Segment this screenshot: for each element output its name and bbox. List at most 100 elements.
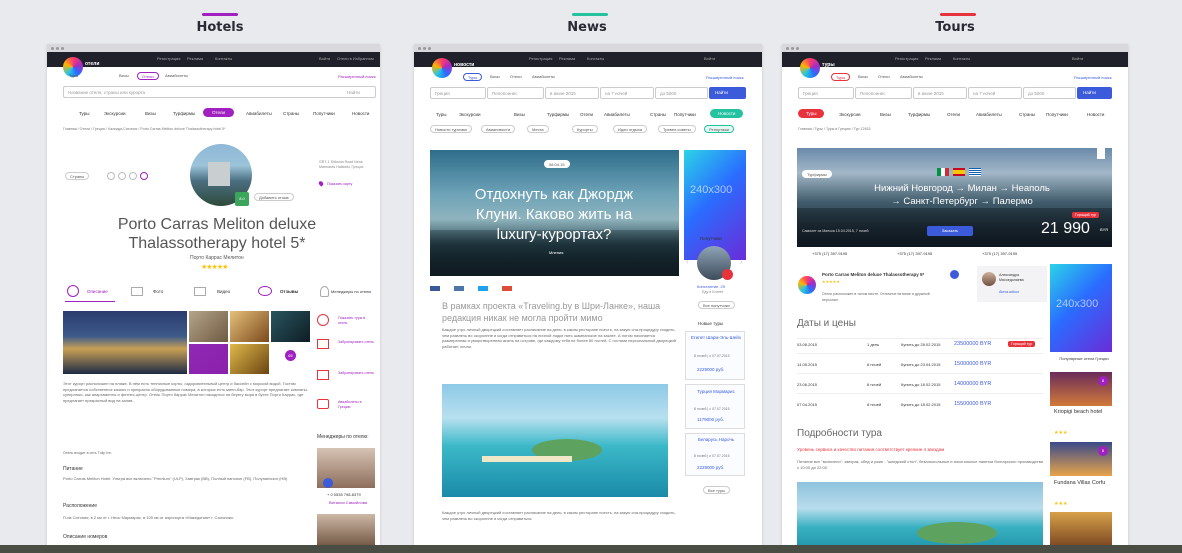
row-price[interactable]: 23500000 BYR bbox=[954, 341, 991, 347]
facebook-icon[interactable] bbox=[107, 172, 115, 180]
vk-icon[interactable] bbox=[129, 172, 137, 180]
nav-item[interactable]: Турфирмы bbox=[908, 112, 930, 117]
action-link[interactable]: Забронировать отель bbox=[338, 371, 374, 375]
action-link[interactable]: Забронировать отель bbox=[338, 340, 374, 344]
country-select[interactable]: Греция bbox=[430, 87, 486, 99]
tab-visas[interactable]: Визы bbox=[486, 73, 504, 81]
details-image[interactable] bbox=[797, 482, 1043, 553]
gallery-photo[interactable] bbox=[189, 311, 228, 342]
phone[interactable]: +375 (17) 397-9195 bbox=[982, 251, 1017, 256]
book-button[interactable]: Заказать bbox=[927, 226, 973, 236]
tour-name[interactable]: Египет Шарм-Эль-Шейх bbox=[690, 335, 742, 341]
google-share-icon[interactable] bbox=[502, 286, 512, 291]
nav-item[interactable]: Авиабилеты bbox=[604, 112, 630, 117]
chip[interactable]: Авиановости bbox=[481, 125, 516, 133]
topbar-link[interactable]: Регистрация bbox=[529, 56, 552, 61]
nights-select[interactable]: на 7 ночей bbox=[600, 87, 654, 99]
ok-icon[interactable] bbox=[140, 172, 148, 180]
topbar-link[interactable]: Реклама bbox=[187, 56, 203, 61]
bookmark-icon[interactable] bbox=[1097, 148, 1105, 159]
topbar-link[interactable]: Контакты bbox=[215, 56, 232, 61]
popular-hotel-name[interactable]: Kriopigi beach hotel bbox=[1054, 409, 1112, 416]
vk-share-icon[interactable] bbox=[454, 286, 464, 291]
topbar-link[interactable]: Регистрация bbox=[157, 56, 180, 61]
nav-item[interactable]: Страны bbox=[650, 112, 666, 117]
tab-hotels[interactable]: Отели bbox=[137, 72, 159, 80]
ad-banner[interactable] bbox=[684, 150, 746, 260]
site-logo[interactable] bbox=[432, 58, 452, 78]
nav-item[interactable]: Попутчики bbox=[313, 111, 335, 116]
nav-item-active[interactable]: Туры bbox=[798, 109, 825, 118]
nav-item[interactable]: Страны bbox=[283, 111, 299, 116]
prev-arrow-icon[interactable]: ‹ bbox=[686, 259, 688, 266]
compare-icon[interactable] bbox=[950, 270, 959, 279]
row-price[interactable]: 15000000 BYR bbox=[954, 361, 991, 367]
show-map-link[interactable]: Показать карту bbox=[327, 182, 352, 186]
nav-item[interactable]: Попутчики bbox=[674, 112, 696, 117]
ext-search-link[interactable]: Расширенный поиск bbox=[1074, 75, 1112, 80]
all-tours-button[interactable]: Все туры bbox=[703, 486, 730, 494]
nav-item-active[interactable]: Новости bbox=[710, 109, 744, 118]
nav-item[interactable]: Экскурсии bbox=[104, 111, 126, 116]
nav-item[interactable]: Визы bbox=[514, 112, 525, 117]
photo-count-badge[interactable]: 65 bbox=[285, 350, 296, 361]
tab-managers[interactable]: Менеджеры по отелю bbox=[331, 289, 371, 294]
country-select[interactable]: Греция bbox=[798, 87, 854, 99]
topbar-login[interactable]: Войти bbox=[704, 56, 715, 61]
tab-tours[interactable]: Туры bbox=[463, 73, 483, 81]
nav-item[interactable]: Новости bbox=[352, 111, 369, 116]
nav-item[interactable]: Турфирмы bbox=[547, 112, 569, 117]
tab-tours[interactable]: Туры bbox=[831, 73, 851, 81]
search-button[interactable]: Найти bbox=[709, 87, 746, 99]
tab-reviews[interactable]: Отзывы bbox=[280, 289, 298, 294]
back-button[interactable]: Турфирмы bbox=[802, 170, 832, 178]
ext-search-link[interactable]: Расширенный поиск bbox=[338, 74, 376, 79]
article-image[interactable] bbox=[442, 384, 668, 497]
region-select[interactable]: Пелопоннес bbox=[487, 87, 544, 99]
topbar-link[interactable]: Реклама bbox=[925, 56, 941, 61]
tour-name[interactable]: Турция Мармарис bbox=[690, 389, 742, 395]
topbar-link[interactable]: Контакты bbox=[953, 56, 970, 61]
chip[interactable]: Репортажи bbox=[704, 125, 735, 133]
companion-name[interactable]: Константин, 29 bbox=[697, 284, 725, 289]
chip[interactable]: Тревел-советы bbox=[658, 125, 696, 133]
tab-avia[interactable]: Авиабилеты bbox=[896, 73, 927, 81]
breadcrumb[interactable]: Главная / Отели / Греция / Халкиди-Ситон… bbox=[63, 127, 226, 131]
tab-visas[interactable]: Визы bbox=[854, 73, 872, 81]
action-link[interactable]: Показать туры в отель bbox=[338, 316, 374, 326]
region-select[interactable]: Пелопоннес bbox=[855, 87, 912, 99]
nav-item[interactable]: Туры bbox=[436, 112, 446, 117]
nav-item[interactable]: Авиабилеты bbox=[976, 112, 1002, 117]
action-link[interactable]: Авиабилеты в Грецию bbox=[338, 400, 374, 410]
row-price[interactable]: 15500000 BYR bbox=[954, 401, 991, 407]
hero-headline[interactable]: Отдохнуть как Джордж Клуни. Каково жить … bbox=[454, 185, 654, 245]
manager-name[interactable]: Виталия Самойлова bbox=[329, 500, 367, 505]
nav-item[interactable]: Экскурсии bbox=[839, 112, 861, 117]
ext-search-link[interactable]: Расширенный поиск bbox=[706, 75, 744, 80]
phone[interactable]: +375 (17) 397-9195 bbox=[897, 251, 932, 256]
budget-input[interactable]: до 5000 bbox=[1023, 87, 1076, 99]
twitter-icon[interactable] bbox=[118, 172, 126, 180]
date-select[interactable]: в июне 2015 bbox=[545, 87, 599, 99]
nav-item[interactable]: Новости bbox=[1087, 112, 1104, 117]
topbar-login[interactable]: Войти bbox=[319, 56, 330, 61]
nav-item[interactable]: Туры bbox=[79, 111, 89, 116]
nav-item[interactable]: Страны bbox=[1019, 112, 1035, 117]
gallery-photo[interactable] bbox=[189, 344, 228, 374]
budget-input[interactable]: до 5000 bbox=[655, 87, 708, 99]
search-button[interactable]: Найти bbox=[347, 90, 360, 95]
nav-item[interactable]: Попутчики bbox=[1046, 112, 1068, 117]
chip[interactable]: Идеи отдыха bbox=[613, 125, 648, 133]
all-companions-button[interactable]: Все попутчики bbox=[698, 301, 735, 309]
tab-hotels[interactable]: Отели bbox=[506, 73, 526, 81]
site-logo[interactable] bbox=[800, 58, 820, 78]
main-photo[interactable] bbox=[63, 311, 187, 374]
topbar-link[interactable]: Реклама bbox=[559, 56, 575, 61]
topbar-link[interactable]: Регистрация bbox=[895, 56, 918, 61]
search-button[interactable]: Найти bbox=[1077, 87, 1112, 99]
agent-link[interactable]: Alexa.adtour bbox=[999, 290, 1019, 294]
back-button[interactable]: Страны bbox=[65, 172, 90, 180]
topbar-favs[interactable]: Отели в Избранном bbox=[337, 56, 374, 61]
add-review-button[interactable]: Добавить отзыв bbox=[254, 193, 294, 201]
row-price[interactable]: 14000000 BYR bbox=[954, 381, 991, 387]
